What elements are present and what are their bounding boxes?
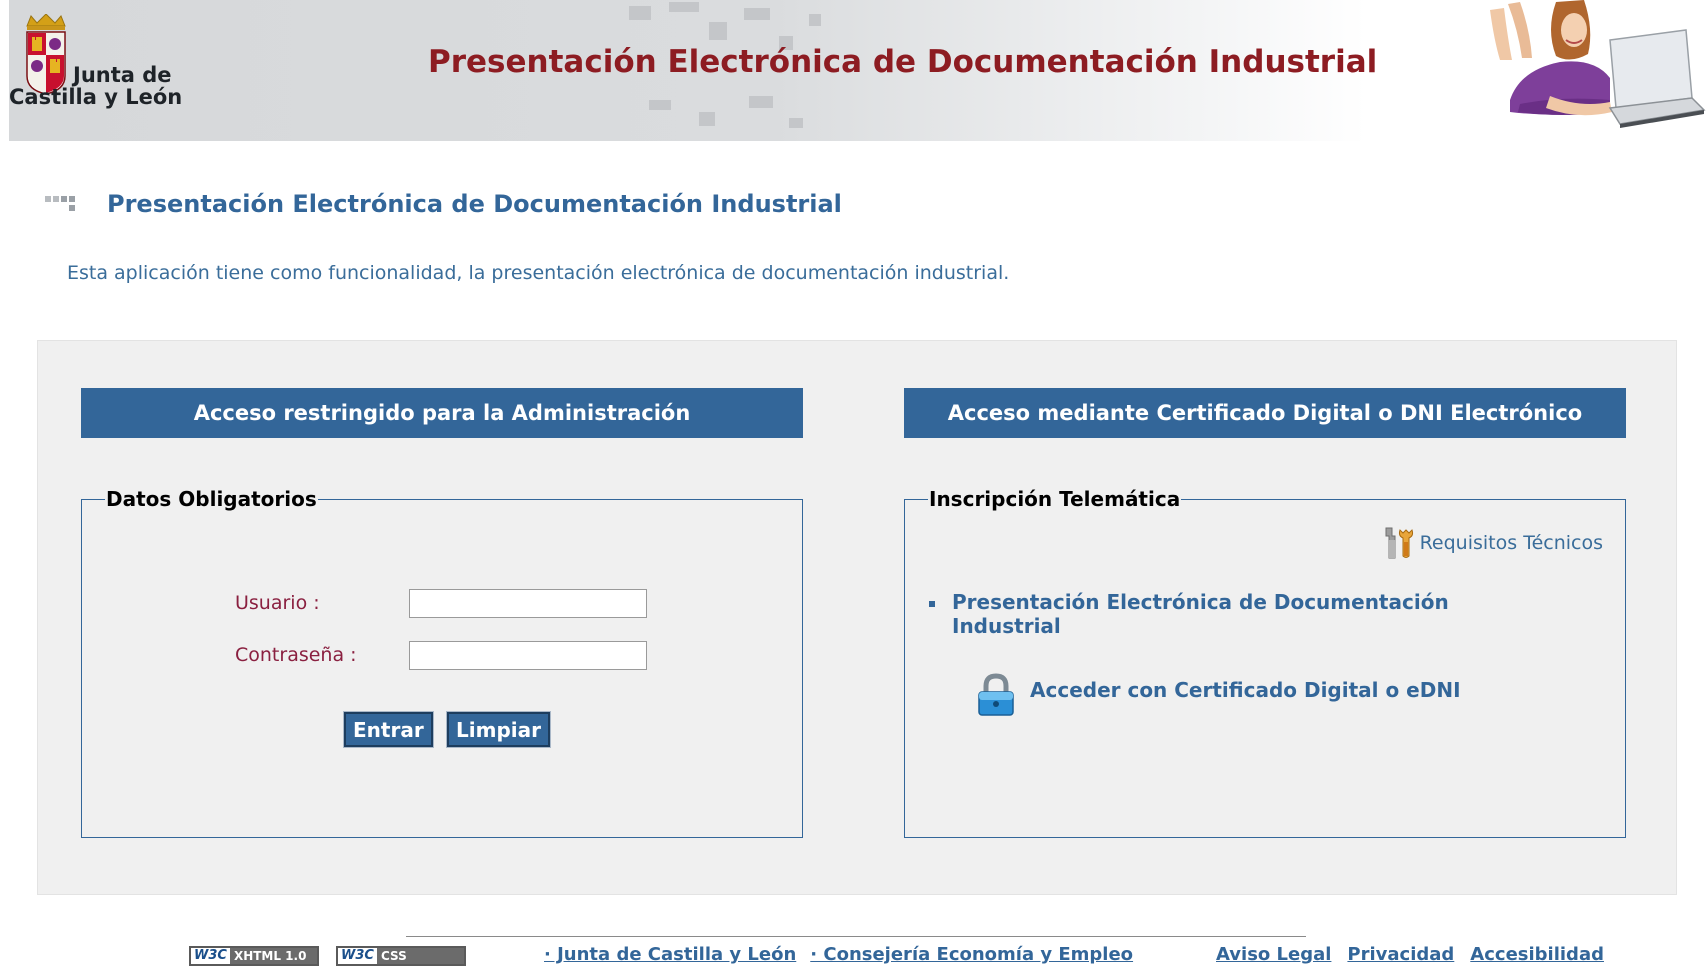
section-dots-icon	[45, 196, 75, 211]
footer-divider	[406, 936, 1306, 937]
access-certificate-text: Acceder con Certificado Digital o eDNI	[1030, 678, 1461, 702]
cert-legend: Inscripción Telemática	[928, 487, 1182, 511]
logo-text: Junta de Castilla y León	[9, 64, 184, 108]
page-description: Esta aplicación tiene como funcionalidad…	[67, 262, 1010, 284]
padlock-icon	[978, 673, 1014, 716]
decor-pixel	[629, 6, 651, 20]
junta-logo[interactable]: Junta de Castilla y León	[9, 14, 182, 114]
requirements-link-text: Requisitos Técnicos	[1419, 532, 1603, 554]
list-bullet	[929, 601, 935, 607]
decor-pixel	[699, 112, 715, 126]
footer-link-accesibilidad[interactable]: Accesibilidad	[1470, 944, 1604, 965]
user-input[interactable]	[409, 589, 647, 618]
admin-access-header: Acceso restringido para la Administració…	[81, 388, 803, 438]
footer-link-consejeria[interactable]: · Consejería Economía y Empleo	[810, 944, 1133, 965]
decor-pixel	[744, 8, 770, 20]
logo-line-1: Junta de	[73, 63, 172, 87]
footer-link-aviso-legal[interactable]: Aviso Legal	[1216, 944, 1331, 965]
w3c-logo-text: W3C	[194, 948, 227, 963]
w3c-logo-text: W3C	[341, 948, 374, 963]
tools-icon	[1385, 527, 1413, 559]
css-badge-label: CSS	[376, 948, 464, 964]
woman-laptop-illustration	[1490, 0, 1706, 128]
decor-pixel	[709, 22, 727, 40]
logo-line-2: Castilla y León	[9, 85, 183, 109]
admin-legend: Datos Obligatorios	[105, 487, 318, 511]
user-label: Usuario :	[235, 592, 320, 614]
password-label: Contraseña :	[235, 644, 357, 666]
requirements-link[interactable]: Requisitos Técnicos	[1382, 526, 1603, 560]
footer-legal-links: Aviso Legal Privacidad Accesibilidad	[1216, 944, 1604, 965]
page-title: Presentación Electrónica de Documentació…	[107, 190, 842, 218]
cert-access-header: Acceso mediante Certificado Digital o DN…	[904, 388, 1626, 438]
decor-pixel	[789, 118, 803, 128]
password-input[interactable]	[409, 641, 647, 670]
footer-link-privacidad[interactable]: Privacidad	[1347, 944, 1454, 965]
clear-button[interactable]: Limpiar	[446, 711, 551, 748]
decor-pixel	[649, 100, 671, 110]
procedure-link[interactable]: Presentación Electrónica de Documentació…	[952, 590, 1472, 638]
xhtml-badge-label: XHTML 1.0	[229, 948, 317, 964]
decor-pixel	[809, 14, 821, 26]
footer-institution-links: · Junta de Castilla y León · Consejería …	[544, 944, 1133, 965]
footer-link-junta[interactable]: · Junta de Castilla y León	[544, 944, 796, 965]
login-panel: Acceso restringido para la Administració…	[37, 340, 1677, 895]
w3c-css-badge[interactable]: W3C CSS	[336, 946, 466, 966]
app-title: Presentación Electrónica de Documentació…	[428, 44, 1378, 80]
admin-fieldset: Datos Obligatorios Usuario : Contraseña …	[81, 487, 803, 838]
decor-pixel	[749, 96, 773, 108]
w3c-xhtml-badge[interactable]: W3C XHTML 1.0	[189, 946, 319, 966]
cert-fieldset: Inscripción Telemática Requisitos Técnic…	[904, 487, 1626, 838]
enter-button[interactable]: Entrar	[343, 711, 434, 748]
access-certificate-link[interactable]: Acceder con Certificado Digital o eDNI	[976, 673, 1461, 717]
decor-pixel	[669, 2, 699, 12]
